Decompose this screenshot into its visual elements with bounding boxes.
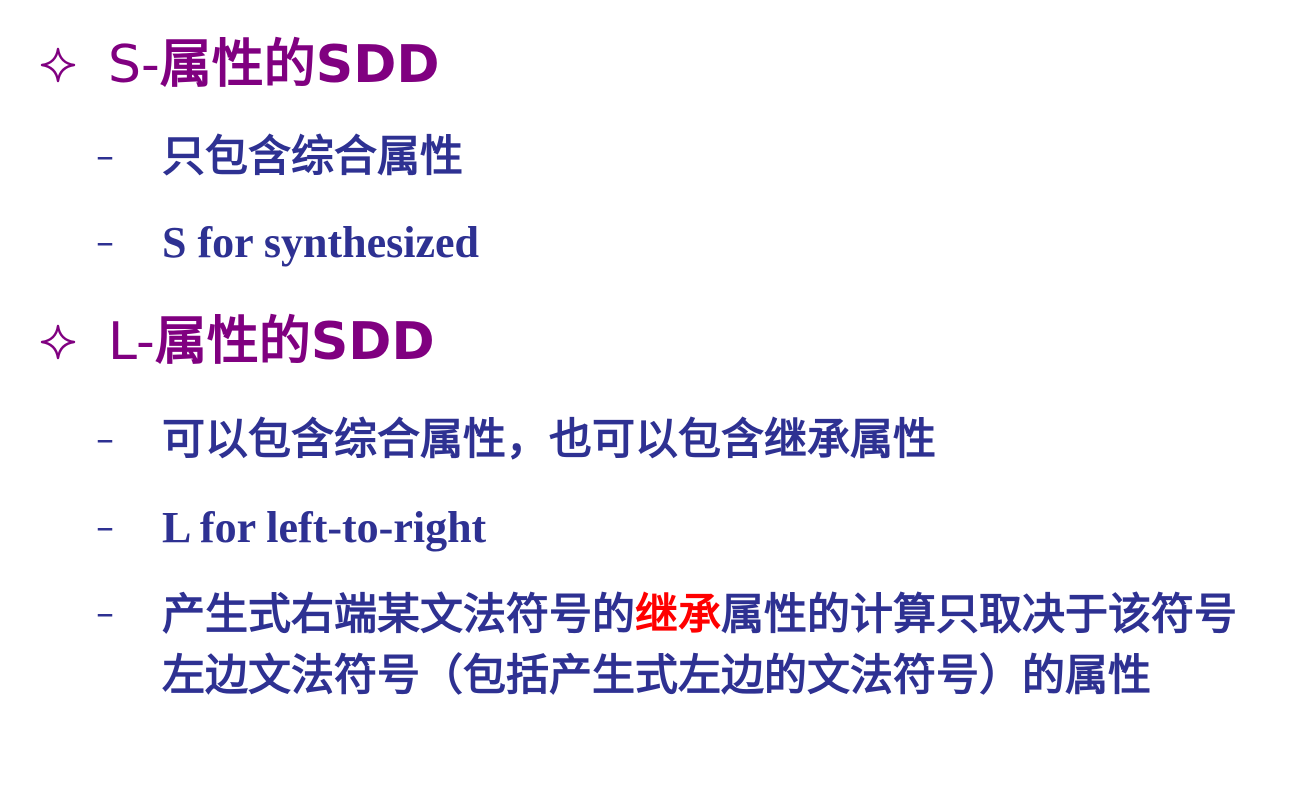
sub-item-text: 只包含综合属性: [162, 132, 463, 182]
sub-item-text: S for synthesized: [162, 218, 479, 267]
dash-icon: –: [96, 222, 114, 263]
slide: S- 属性的SDD – 只包含综合属性 – S for synthesized L…: [0, 0, 1299, 799]
dash-icon: –: [96, 507, 114, 548]
four-point-star-icon: [40, 45, 100, 85]
bullet-title: 属性的SDD: [159, 35, 440, 95]
sub-item-text: L for left-to-right: [162, 503, 487, 552]
bullet-title: 属性的SDD: [154, 312, 435, 372]
bullet-l-attribute-sdd: L- 属性的SDD: [40, 307, 435, 377]
sub-item-both-attributes: – 可以包含综合属性，也可以包含继承属性: [96, 411, 936, 469]
dash-icon: –: [96, 593, 114, 634]
bullet-s-attribute-sdd: S- 属性的SDD: [40, 30, 440, 100]
four-point-star-icon: [40, 322, 100, 362]
sub-item-text: 可以包含综合属性，也可以包含继承属性: [162, 415, 936, 465]
sub-item-l-for-left-to-right: – L for left-to-right: [96, 499, 486, 557]
sub-item-synthesized-only: – 只包含综合属性: [96, 128, 463, 186]
bullet-prefix: S-: [108, 35, 160, 95]
dash-icon: –: [96, 419, 114, 460]
sub-item-text: 产生式右端某文法符号的继承属性的计算只取决于该符号左边文法符号（包括产生式左边的…: [162, 585, 1272, 707]
rule-text-before: 产生式右端某文法符号的: [162, 590, 635, 640]
highlight-inherited: 继承: [635, 590, 721, 640]
sub-item-inherited-rule: – 产生式右端某文法符号的继承属性的计算只取决于该符号左边文法符号（包括产生式左…: [96, 585, 1272, 707]
dash-icon: –: [96, 136, 114, 177]
sub-item-s-for-synthesized: – S for synthesized: [96, 214, 479, 272]
bullet-prefix: L-: [108, 312, 155, 372]
